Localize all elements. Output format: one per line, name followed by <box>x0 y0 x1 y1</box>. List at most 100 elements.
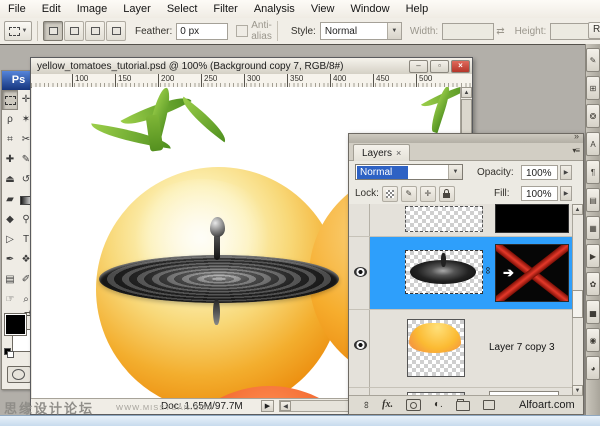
add-to-selection-button[interactable] <box>64 21 84 41</box>
layer-thumbnail[interactable] <box>405 206 483 232</box>
antialias-checkbox[interactable] <box>236 25 249 37</box>
layers-list: ∞ ➔ Layer 7 copy 3 ▲ ▼ <box>349 204 583 396</box>
dock-paragraph-icon[interactable]: ¶ <box>586 160 600 184</box>
feather-input[interactable]: 0 px <box>176 22 229 40</box>
layer-name[interactable]: Layer 7 copy 3 <box>489 342 555 353</box>
lasso-tool[interactable]: ρ <box>2 110 18 130</box>
rectangular-marquee-tool[interactable] <box>2 90 18 110</box>
fill-slider-button[interactable]: ▶ <box>560 186 572 201</box>
tool-icon <box>4 95 16 105</box>
layer-row-selected[interactable]: ∞ ➔ <box>349 237 583 310</box>
spot-healing-brush-tool[interactable]: ✚ <box>2 150 18 170</box>
opacity-input[interactable]: 100% <box>521 164 558 180</box>
path-selection-tool[interactable]: ▷ <box>2 230 18 250</box>
lock-transparent-pixels-button[interactable] <box>381 185 398 202</box>
crop-tool[interactable]: ⌗ <box>2 130 18 150</box>
width-label: Width: <box>409 25 439 37</box>
dock-swatches-icon[interactable]: ✿ <box>586 272 600 296</box>
layer-style-icon[interactable]: fx. <box>382 400 393 410</box>
refine-edge-button[interactable]: Re <box>588 22 600 39</box>
menu-select[interactable]: Select <box>159 0 206 18</box>
dock-glyph: ¶ <box>590 167 596 177</box>
horizontal-ruler[interactable]: 100 150 200 250 300 350 400 450 500 <box>31 74 472 88</box>
layers-scrollbar[interactable]: ▲ ▼ <box>572 204 583 396</box>
add-layer-mask-icon[interactable] <box>405 399 421 411</box>
layer-mask-thumbnail[interactable]: ➔ <box>495 244 569 302</box>
adjustment-layer-icon[interactable]: ◐. <box>434 400 443 410</box>
menu-analysis[interactable]: Analysis <box>246 0 303 18</box>
clone-stamp-tool[interactable]: ⏏ <box>2 170 18 190</box>
intersect-selection-button[interactable] <box>106 21 126 41</box>
close-tab-icon[interactable]: × <box>396 148 401 158</box>
link-layers-icon[interactable]: ∞ <box>361 401 372 408</box>
status-menu-button[interactable]: ▶ <box>261 400 274 412</box>
default-colors-icon[interactable] <box>4 348 14 358</box>
hand-tool[interactable]: ☞ <box>2 290 18 310</box>
menu-file[interactable]: File <box>0 0 34 18</box>
visibility-column[interactable] <box>349 310 370 387</box>
lock-position-button[interactable]: ✛ <box>419 185 436 202</box>
layer-mask-thumbnail[interactable] <box>495 204 569 233</box>
tab-layers[interactable]: Layers × <box>353 144 411 161</box>
tool-preset-picker[interactable]: ▼ <box>4 21 32 41</box>
visibility-column[interactable] <box>349 237 370 309</box>
layer-thumbnail[interactable] <box>407 319 465 377</box>
tool-icon: ✂ <box>21 134 31 145</box>
dock-styles-icon[interactable]: ❂ <box>586 104 600 128</box>
panel-header-strip[interactable]: » <box>349 131 583 143</box>
dock-clone-source-icon[interactable]: ⊞ <box>586 76 600 100</box>
quick-mask-button[interactable] <box>6 366 31 383</box>
layer-row[interactable]: Layer 7 copy 3 <box>349 310 583 388</box>
subtract-from-selection-button[interactable] <box>85 21 105 41</box>
menu-window[interactable]: Window <box>342 0 397 18</box>
foreground-color-swatch[interactable] <box>4 313 27 336</box>
eye-icon[interactable] <box>354 267 367 277</box>
eraser-tool[interactable]: ▰ <box>2 190 18 210</box>
menu-view[interactable]: View <box>303 0 343 18</box>
new-layer-icon[interactable] <box>482 400 495 410</box>
dock-info-icon[interactable]: ▤ <box>586 188 600 212</box>
menu-help[interactable]: Help <box>398 0 437 18</box>
new-selection-button[interactable] <box>43 21 63 41</box>
dock-navigator-icon[interactable]: ◉ <box>586 328 600 352</box>
dock-histogram-icon[interactable]: ▅ <box>586 300 600 324</box>
swap-dimensions-icon[interactable]: ⇄ <box>496 26 504 37</box>
fill-input[interactable]: 100% <box>521 186 558 201</box>
style-select[interactable]: Normal ▼ <box>319 22 402 40</box>
tool-icon: ⌕ <box>23 294 29 305</box>
dock-character-icon[interactable]: A <box>586 132 600 156</box>
ruler-mark: 200 <box>158 74 201 87</box>
visibility-column[interactable] <box>349 204 370 236</box>
scrollbar-thumb[interactable] <box>572 290 583 318</box>
document-title-bar[interactable]: yellow_tomatoes_tutorial.psd @ 100% (Bac… <box>31 58 472 75</box>
pen-tool[interactable]: ✒ <box>2 250 18 270</box>
dock-color-icon[interactable]: ◕ <box>586 356 600 380</box>
opacity-slider-button[interactable]: ▶ <box>560 164 572 180</box>
eye-icon[interactable] <box>354 340 367 350</box>
menu-image[interactable]: Image <box>69 0 116 18</box>
maximize-button[interactable]: ▫ <box>430 59 449 73</box>
lock-all-button[interactable] <box>438 185 455 202</box>
menu-filter[interactable]: Filter <box>205 0 245 18</box>
blur-tool[interactable]: ◆ <box>2 210 18 230</box>
lock-image-pixels-button[interactable]: ✎ <box>400 185 417 202</box>
layer-row-partial[interactable] <box>349 204 583 237</box>
layer-thumbnail[interactable] <box>405 250 483 294</box>
scroll-left-icon[interactable]: ◀ <box>280 401 291 411</box>
new-group-icon[interactable] <box>455 399 470 411</box>
fill-label: Fill: <box>494 188 510 199</box>
scroll-up-icon[interactable]: ▲ <box>461 87 472 98</box>
width-input[interactable] <box>442 22 495 40</box>
minimize-button[interactable]: – <box>409 59 428 73</box>
collapse-panel-icon[interactable]: » <box>574 131 579 141</box>
dock-layer-comps-icon[interactable]: ▦ <box>586 216 600 240</box>
close-button[interactable]: × <box>451 59 470 73</box>
blend-mode-select[interactable]: Normal ▼ <box>355 164 463 180</box>
scroll-up-icon[interactable]: ▲ <box>572 204 583 215</box>
menu-edit[interactable]: Edit <box>34 0 69 18</box>
notes-tool[interactable]: ▤ <box>2 270 18 290</box>
menu-layer[interactable]: Layer <box>115 0 159 18</box>
dock-actions-icon[interactable]: ▶ <box>586 244 600 268</box>
dock-brushes-icon[interactable]: ✎ <box>586 48 600 72</box>
panel-menu-icon[interactable]: ▾≡ <box>572 146 580 155</box>
